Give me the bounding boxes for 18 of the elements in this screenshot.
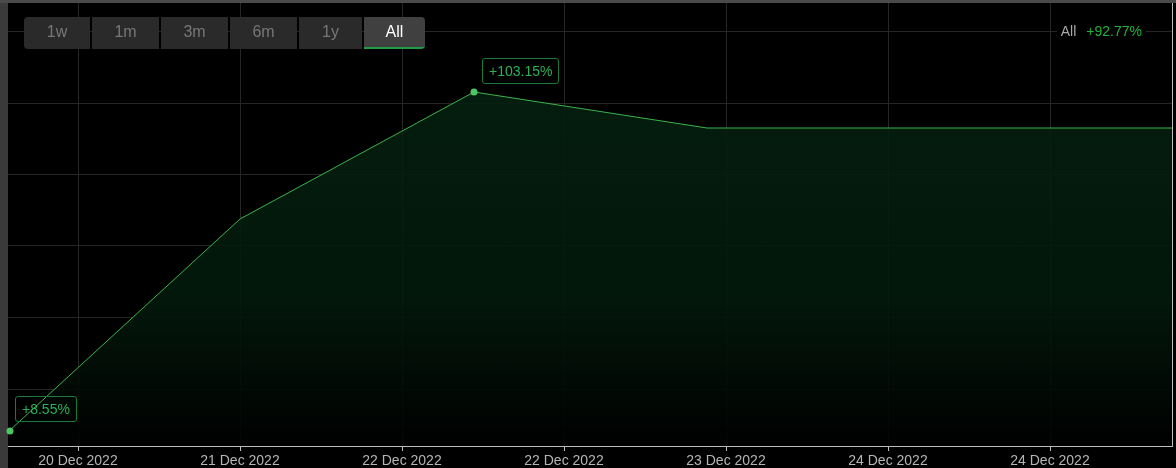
range-label: All [1060, 22, 1077, 41]
value-callout: +103.15% [482, 58, 560, 84]
change-value: +92.77% [1086, 22, 1142, 41]
axis-label: 22 Dec 2022 [523, 451, 605, 468]
range-tab[interactable]: 6m [230, 17, 297, 49]
range-tab[interactable]: 3m [161, 17, 228, 49]
axis-label: 20 Dec 2022 [37, 451, 119, 468]
axis-label: 24 Dec 2022 [1009, 451, 1091, 468]
axis-label: 22 Dec 2022 [361, 451, 443, 468]
range-tab[interactable]: All [364, 17, 425, 49]
axis-label: 23 Dec 2022 [685, 451, 767, 468]
range-tab[interactable]: 1y [299, 17, 362, 49]
range-tab[interactable]: 1w [24, 17, 90, 49]
range-tab[interactable]: 1m [92, 17, 159, 49]
point-marker [6, 427, 14, 435]
axis-label: 24 Dec 2022 [847, 451, 929, 468]
point-marker [470, 88, 478, 96]
axis-label: 21 Dec 2022 [199, 451, 281, 468]
